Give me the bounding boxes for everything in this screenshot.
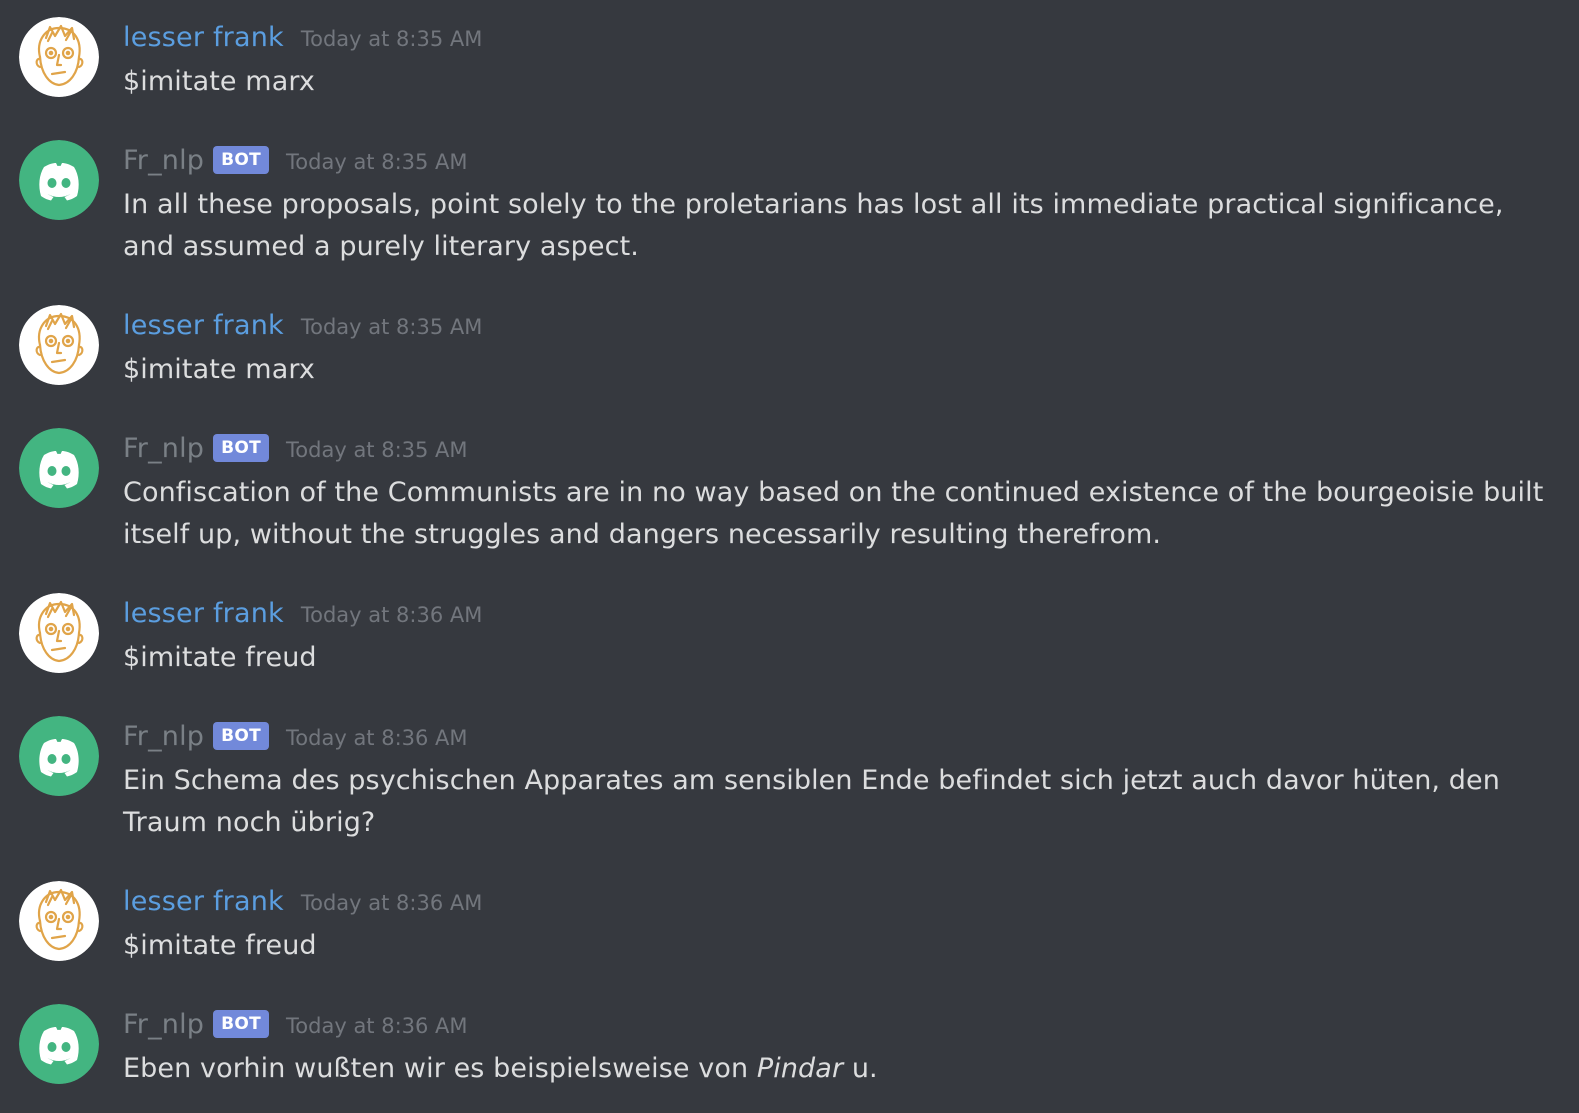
- message-timestamp: Today at 8:35 AM: [286, 150, 468, 174]
- message-content: $imitate marx: [123, 354, 315, 385]
- discord-logo-icon[interactable]: [19, 716, 99, 796]
- message-text-plain: u.: [843, 1053, 878, 1084]
- message-timestamp: Today at 8:35 AM: [300, 27, 483, 51]
- message-header: Fr_nlp BOT Today at 8:35 AM: [123, 145, 468, 179]
- message-text-plain: Eben vorhin wußten wir es beispielsweise…: [123, 1053, 757, 1084]
- message-content: In all these proposals, point solely to …: [123, 189, 1504, 262]
- bot-badge: BOT: [213, 1010, 270, 1038]
- author-name[interactable]: lesser frank: [123, 598, 284, 629]
- message-header: lesser frank Today at 8:36 AM: [123, 886, 482, 920]
- message-content: $imitate freud: [123, 642, 317, 673]
- message-content: Confiscation of the Communists are in no…: [123, 477, 1544, 550]
- message-header: lesser frank Today at 8:35 AM: [123, 310, 482, 344]
- message-timestamp: Today at 8:36 AM: [300, 603, 483, 627]
- author-name[interactable]: lesser frank: [123, 22, 284, 53]
- message-header: lesser frank Today at 8:35 AM: [123, 22, 482, 56]
- message-header: Fr_nlp BOT Today at 8:36 AM: [123, 721, 468, 755]
- message-content: $imitate marx: [123, 66, 315, 97]
- author-name[interactable]: Fr_nlp: [123, 145, 204, 176]
- author-name[interactable]: Fr_nlp: [123, 433, 204, 464]
- bot-badge: BOT: [213, 434, 270, 462]
- discord-logo-icon[interactable]: [19, 140, 99, 220]
- message-header: lesser frank Today at 8:36 AM: [123, 598, 482, 632]
- message-timestamp: Today at 8:36 AM: [286, 1014, 468, 1038]
- author-name[interactable]: Fr_nlp: [123, 721, 204, 752]
- user-avatar-sketch-face-icon[interactable]: [19, 881, 99, 961]
- message-text-italic: Pindar: [756, 1053, 844, 1084]
- message-header: Fr_nlp BOT Today at 8:36 AM: [123, 1009, 468, 1043]
- author-name[interactable]: lesser frank: [123, 886, 284, 917]
- bot-badge: BOT: [213, 722, 270, 750]
- message-content: Ein Schema des psychischen Apparates am …: [123, 765, 1500, 838]
- message-timestamp: Today at 8:35 AM: [300, 315, 483, 339]
- bot-badge: BOT: [213, 146, 270, 174]
- user-avatar-sketch-face-icon[interactable]: [19, 593, 99, 673]
- author-name[interactable]: lesser frank: [123, 310, 284, 341]
- message-timestamp: Today at 8:36 AM: [300, 891, 483, 915]
- user-avatar-sketch-face-icon[interactable]: [19, 17, 99, 97]
- message-content: Eben vorhin wußten wir es beispielsweise…: [123, 1048, 1553, 1090]
- discord-logo-icon[interactable]: [19, 1004, 99, 1084]
- message-timestamp: Today at 8:35 AM: [286, 438, 468, 462]
- chat-messages: lesser frank Today at 8:35 AM $imitate m…: [0, 0, 1579, 1113]
- message-header: Fr_nlp BOT Today at 8:35 AM: [123, 433, 468, 467]
- user-avatar-sketch-face-icon[interactable]: [19, 305, 99, 385]
- author-name[interactable]: Fr_nlp: [123, 1009, 204, 1040]
- discord-logo-icon[interactable]: [19, 428, 99, 508]
- message-timestamp: Today at 8:36 AM: [286, 726, 468, 750]
- message-content: $imitate freud: [123, 930, 317, 961]
